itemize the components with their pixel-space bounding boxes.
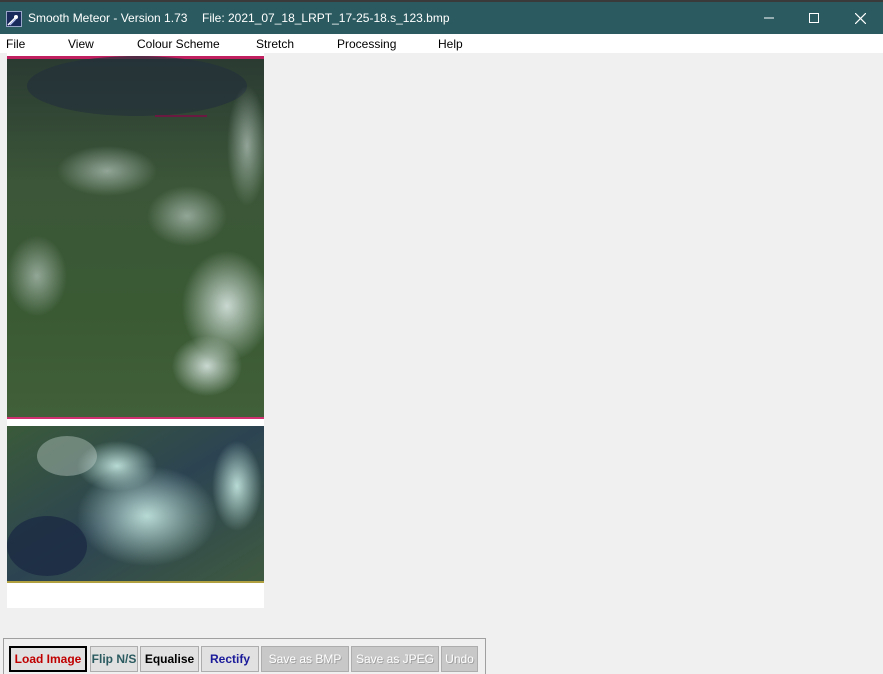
image-panel[interactable] xyxy=(7,53,264,608)
load-image-label: Load Image xyxy=(14,652,82,666)
menu-view[interactable]: View xyxy=(68,37,94,51)
flip-ns-button[interactable]: Flip N/S xyxy=(90,646,138,672)
undo-label: Undo xyxy=(445,652,474,666)
satellite-image-top[interactable] xyxy=(7,56,264,419)
close-button[interactable] xyxy=(837,2,883,34)
rectify-label: Rectify xyxy=(209,652,250,666)
title-bar: Smooth Meteor - Version 1.73 File: 2021_… xyxy=(0,0,883,34)
close-icon xyxy=(854,12,866,24)
flip-ns-label: Flip N/S xyxy=(91,652,137,666)
meteor-icon xyxy=(7,15,18,26)
window-file-label: File: 2021_07_18_LRPT_17-25-18.s_123.bmp xyxy=(202,11,450,25)
menu-stretch[interactable]: Stretch xyxy=(256,37,294,51)
menu-colour-scheme[interactable]: Colour Scheme xyxy=(137,37,220,51)
menu-bar: File View Colour Scheme Stretch Processi… xyxy=(0,34,883,53)
satellite-image-bottom[interactable] xyxy=(7,426,264,583)
minimize-button[interactable] xyxy=(746,2,792,34)
load-image-button[interactable]: Load Image xyxy=(9,646,87,672)
window-title: Smooth Meteor - Version 1.73 xyxy=(28,11,188,25)
maximize-button[interactable] xyxy=(791,2,837,34)
undo-button[interactable]: Undo xyxy=(441,646,478,672)
save-as-jpeg-button[interactable]: Save as JPEG xyxy=(351,646,439,672)
save-as-bmp-label: Save as BMP xyxy=(268,652,342,666)
equalise-label: Equalise xyxy=(144,652,195,666)
app-icon[interactable] xyxy=(6,11,22,27)
menu-processing[interactable]: Processing xyxy=(337,37,396,51)
save-as-bmp-button[interactable]: Save as BMP xyxy=(261,646,349,672)
toolbar: Load Image Flip N/S Equalise Rectify Sav… xyxy=(3,638,486,674)
menu-file[interactable]: File xyxy=(6,37,25,51)
menu-help[interactable]: Help xyxy=(438,37,463,51)
minimize-icon xyxy=(764,17,774,19)
rectify-button[interactable]: Rectify xyxy=(201,646,259,672)
save-as-jpeg-label: Save as JPEG xyxy=(355,652,435,666)
maximize-icon xyxy=(809,13,819,23)
equalise-button[interactable]: Equalise xyxy=(140,646,199,672)
